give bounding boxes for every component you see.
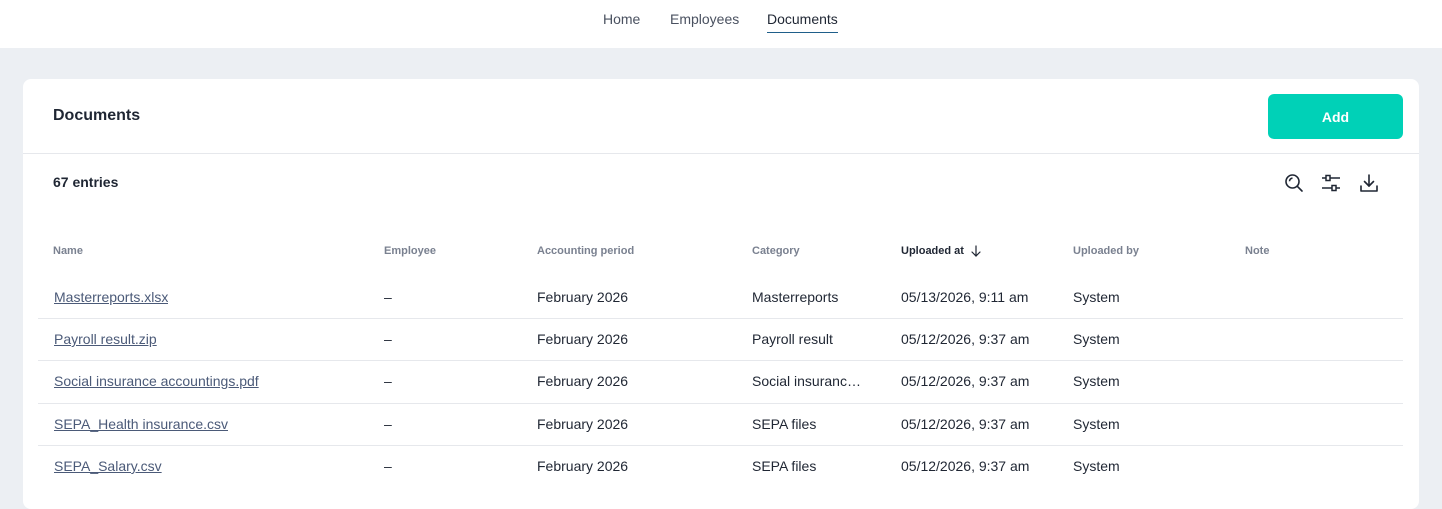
column-header-category[interactable]: Category: [752, 245, 800, 257]
employee-cell: –: [384, 458, 392, 474]
uploaded-at-cell: 05/12/2026, 9:37 am: [901, 373, 1030, 389]
sort-descending-icon[interactable]: [970, 245, 982, 257]
nav-item-documents[interactable]: Documents: [767, 11, 838, 33]
documents-card: Documents Add 67 entries Name Employee A…: [23, 79, 1419, 509]
employee-cell: –: [384, 331, 392, 347]
table-row[interactable]: Social insurance accountings.pdf – Febru…: [38, 361, 1403, 404]
accounting-period-cell: February 2026: [537, 458, 629, 474]
uploaded-at-cell: 05/12/2026, 9:37 am: [901, 416, 1030, 432]
card-header: Documents Add: [23, 79, 1419, 154]
category-cell: Masterreports: [752, 289, 839, 305]
employee-cell: –: [384, 373, 392, 389]
accounting-period-cell: February 2026: [537, 373, 629, 389]
category-cell: Social insurance accountings: [752, 373, 867, 389]
column-header-note[interactable]: Note: [1245, 245, 1269, 257]
top-navigation: Home Employees Documents: [0, 0, 1442, 48]
uploaded-at-cell: 05/12/2026, 9:37 am: [901, 458, 1030, 474]
employee-cell: –: [384, 416, 392, 432]
category-cell: SEPA files: [752, 416, 817, 432]
uploaded-at-cell: 05/12/2026, 9:37 am: [901, 331, 1030, 347]
accounting-period-cell: February 2026: [537, 416, 629, 432]
column-header-uploaded-by[interactable]: Uploaded by: [1073, 245, 1139, 257]
entries-count: 67 entries: [53, 174, 119, 190]
filter-sliders-icon[interactable]: [1320, 172, 1342, 194]
document-name-link[interactable]: SEPA_Health insurance.csv: [54, 416, 228, 432]
table-row[interactable]: SEPA_Salary.csv – February 2026 SEPA fil…: [38, 446, 1403, 488]
column-header-employee[interactable]: Employee: [384, 245, 436, 257]
table-row[interactable]: Masterreports.xlsx – February 2026 Maste…: [38, 277, 1403, 319]
download-icon[interactable]: [1358, 172, 1380, 194]
document-name-link[interactable]: Social insurance accountings.pdf: [54, 373, 259, 389]
uploaded-by-cell: System: [1073, 373, 1120, 389]
nav-item-employees[interactable]: Employees: [670, 11, 739, 27]
category-cell: SEPA files: [752, 458, 817, 474]
nav-item-home[interactable]: Home: [603, 11, 640, 27]
column-header-uploaded-at[interactable]: Uploaded at: [901, 245, 964, 257]
employee-cell: –: [384, 289, 392, 305]
add-document-button[interactable]: Add: [1268, 94, 1403, 139]
search-icon[interactable]: [1283, 172, 1305, 194]
page-title: Documents: [53, 107, 141, 124]
table-row[interactable]: Payroll result.zip – February 2026 Payro…: [38, 319, 1403, 361]
column-header-accounting-period[interactable]: Accounting period: [537, 245, 634, 257]
document-name-link[interactable]: SEPA_Salary.csv: [54, 458, 162, 474]
uploaded-by-cell: System: [1073, 331, 1120, 347]
table-row[interactable]: SEPA_Health insurance.csv – February 202…: [38, 404, 1403, 446]
uploaded-by-cell: System: [1073, 416, 1120, 432]
document-name-link[interactable]: Payroll result.zip: [54, 331, 157, 347]
uploaded-by-cell: System: [1073, 289, 1120, 305]
category-cell: Payroll result: [752, 331, 833, 347]
accounting-period-cell: February 2026: [537, 331, 629, 347]
document-name-link[interactable]: Masterreports.xlsx: [54, 289, 168, 305]
column-header-name[interactable]: Name: [53, 245, 83, 257]
uploaded-by-cell: System: [1073, 458, 1120, 474]
uploaded-at-cell: 05/13/2026, 9:11 am: [901, 289, 1029, 305]
accounting-period-cell: February 2026: [537, 289, 629, 305]
